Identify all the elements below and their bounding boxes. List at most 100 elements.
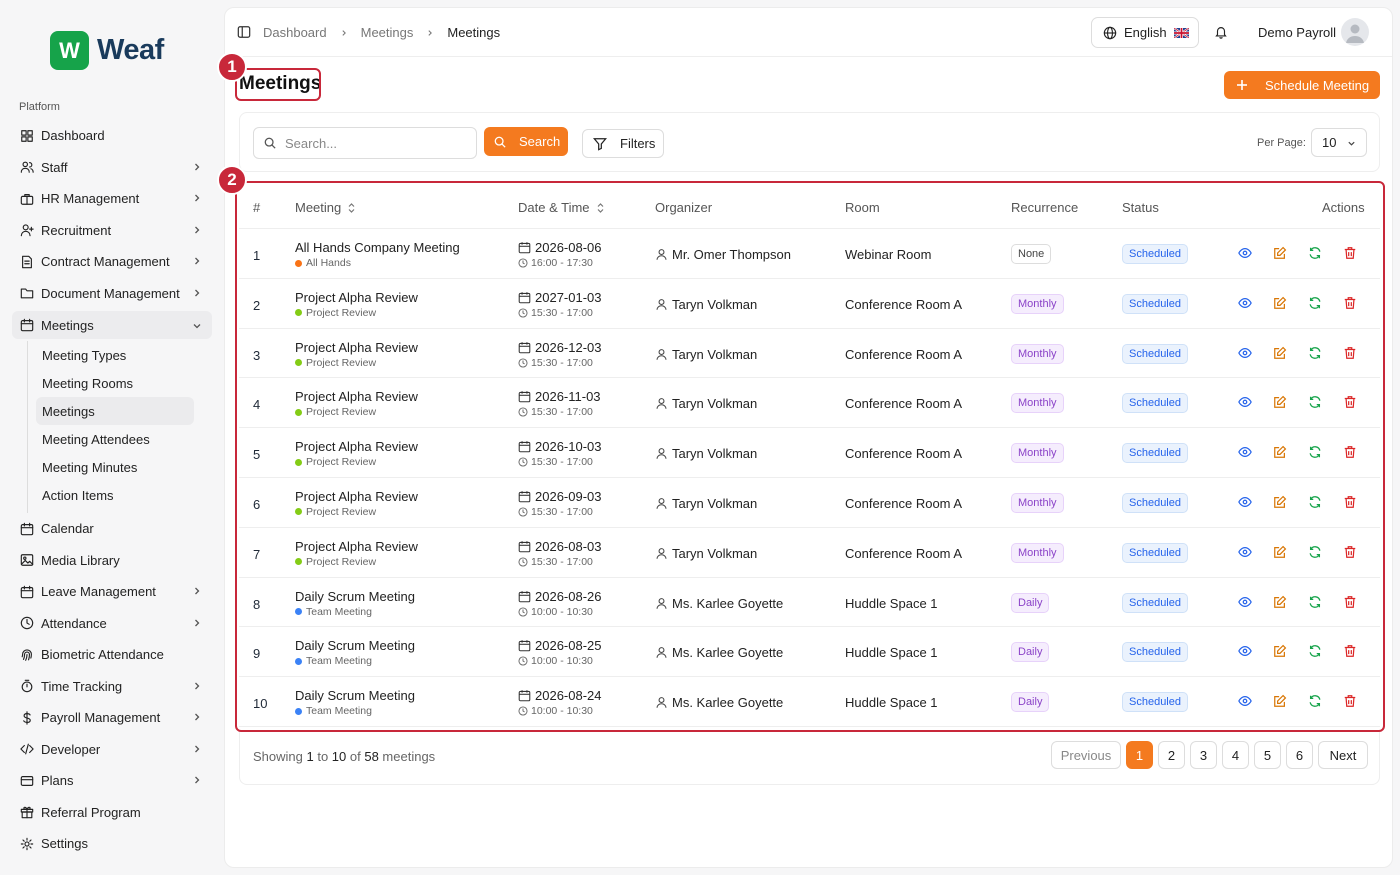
view-eye-icon[interactable] [1238, 644, 1252, 658]
edit-icon[interactable] [1273, 346, 1287, 360]
sidebar-item-recruitment[interactable]: Recruitment [12, 215, 212, 247]
trash-icon[interactable] [1343, 296, 1357, 310]
view-eye-icon[interactable] [1238, 495, 1252, 509]
filters-button[interactable]: Filters [582, 129, 664, 158]
page-button-3[interactable]: 3 [1190, 741, 1217, 769]
view-eye-icon[interactable] [1238, 395, 1252, 409]
edit-icon[interactable] [1273, 395, 1287, 409]
trash-icon[interactable] [1343, 395, 1357, 409]
sidebar-item-biometric-attendance[interactable]: Biometric Attendance [12, 639, 212, 671]
sidebar-item-calendar[interactable]: Calendar [12, 513, 212, 545]
sidebar-subitem-meeting-attendees[interactable]: Meeting Attendees [36, 425, 194, 453]
refresh-icon[interactable] [1308, 346, 1322, 360]
avatar[interactable] [1341, 18, 1369, 46]
sidebar-subitem-meeting-minutes[interactable]: Meeting Minutes [36, 453, 194, 481]
search-button[interactable]: Search [484, 127, 568, 156]
trash-icon[interactable] [1343, 495, 1357, 509]
edit-icon[interactable] [1273, 296, 1287, 310]
sidebar-subitem-meeting-rooms[interactable]: Meeting Rooms [36, 369, 194, 397]
sidebar-item-attendance[interactable]: Attendance [12, 608, 212, 640]
edit-icon[interactable] [1273, 644, 1287, 658]
sidebar-item-time-tracking[interactable]: Time Tracking [12, 671, 212, 703]
next-page-button[interactable]: Next [1318, 741, 1368, 769]
search-input[interactable] [285, 135, 465, 151]
edit-icon[interactable] [1273, 246, 1287, 260]
refresh-icon[interactable] [1308, 694, 1322, 708]
meeting-title[interactable]: Project Alpha Review [295, 340, 418, 355]
schedule-meeting-button[interactable]: Schedule Meeting [1224, 71, 1380, 99]
page-button-6[interactable]: 6 [1286, 741, 1313, 769]
edit-icon[interactable] [1273, 694, 1287, 708]
meeting-title[interactable]: All Hands Company Meeting [295, 240, 460, 255]
sidebar-item-leave-management[interactable]: Leave Management [12, 576, 212, 608]
refresh-icon[interactable] [1308, 296, 1322, 310]
refresh-icon[interactable] [1308, 595, 1322, 609]
refresh-icon[interactable] [1308, 395, 1322, 409]
language-selector[interactable]: English [1091, 17, 1199, 48]
meeting-title[interactable]: Daily Scrum Meeting [295, 638, 415, 653]
breadcrumb-item[interactable]: Meetings [361, 25, 414, 40]
per-page-select[interactable]: 10 [1311, 128, 1367, 157]
view-eye-icon[interactable] [1238, 445, 1252, 459]
search-field[interactable] [253, 127, 477, 159]
sidebar-section-label: Platform [19, 101, 60, 113]
trash-icon[interactable] [1343, 694, 1357, 708]
sidebar-item-media-library[interactable]: Media Library [12, 545, 212, 577]
brand-logo[interactable]: W Weaf [50, 31, 164, 70]
refresh-icon[interactable] [1308, 246, 1322, 260]
sidebar-subitem-meetings[interactable]: Meetings [36, 397, 194, 425]
sidebar-item-meetings[interactable]: Meetings [12, 311, 212, 339]
trash-icon[interactable] [1343, 595, 1357, 609]
view-eye-icon[interactable] [1238, 346, 1252, 360]
sidebar-item-plans[interactable]: Plans [12, 765, 212, 797]
sidebar-subitem-meeting-types[interactable]: Meeting Types [36, 341, 194, 369]
page-button-4[interactable]: 4 [1222, 741, 1249, 769]
view-eye-icon[interactable] [1238, 545, 1252, 559]
refresh-icon[interactable] [1308, 445, 1322, 459]
view-eye-icon[interactable] [1238, 595, 1252, 609]
sidebar-item-staff[interactable]: Staff [12, 152, 212, 184]
sidebar-item-settings[interactable]: Settings [12, 828, 212, 860]
meeting-title[interactable]: Project Alpha Review [295, 290, 418, 305]
header-meeting[interactable]: Meeting [295, 200, 356, 215]
bell-icon[interactable] [1214, 25, 1228, 39]
edit-icon[interactable] [1273, 495, 1287, 509]
trash-icon[interactable] [1343, 346, 1357, 360]
sidebar-subitem-action-items[interactable]: Action Items [36, 481, 194, 509]
sidebar-item-contract-management[interactable]: Contract Management [12, 246, 212, 278]
sidebar-item-dashboard[interactable]: Dashboard [12, 120, 212, 152]
trash-icon[interactable] [1343, 445, 1357, 459]
sidebar-item-document-management[interactable]: Document Management [12, 278, 212, 310]
trash-icon[interactable] [1343, 545, 1357, 559]
page-button-5[interactable]: 5 [1254, 741, 1281, 769]
sidebar-item-referral-program[interactable]: Referral Program [12, 797, 212, 829]
refresh-icon[interactable] [1308, 644, 1322, 658]
refresh-icon[interactable] [1308, 495, 1322, 509]
edit-icon[interactable] [1273, 445, 1287, 459]
view-eye-icon[interactable] [1238, 246, 1252, 260]
sidebar-toggle-icon[interactable] [237, 25, 251, 39]
edit-icon[interactable] [1273, 545, 1287, 559]
meeting-title[interactable]: Project Alpha Review [295, 439, 418, 454]
page-button-2[interactable]: 2 [1158, 741, 1185, 769]
page-button-1[interactable]: 1 [1126, 741, 1153, 769]
meeting-title[interactable]: Daily Scrum Meeting [295, 589, 415, 604]
refresh-icon[interactable] [1308, 545, 1322, 559]
sidebar-item-hr-management[interactable]: HR Management [12, 183, 212, 215]
breadcrumb-item[interactable]: Dashboard [263, 25, 327, 40]
meeting-title[interactable]: Project Alpha Review [295, 489, 418, 504]
status-badge: Scheduled [1122, 244, 1188, 264]
sidebar-item-payroll-management[interactable]: Payroll Management [12, 702, 212, 734]
edit-icon[interactable] [1273, 595, 1287, 609]
view-eye-icon[interactable] [1238, 296, 1252, 310]
view-eye-icon[interactable] [1238, 694, 1252, 708]
trash-icon[interactable] [1343, 246, 1357, 260]
meeting-title[interactable]: Project Alpha Review [295, 539, 418, 554]
meeting-title[interactable]: Daily Scrum Meeting [295, 688, 415, 703]
sidebar-item-developer[interactable]: Developer [12, 734, 212, 766]
user-name[interactable]: Demo Payroll [1258, 25, 1336, 40]
previous-page-button[interactable]: Previous [1051, 741, 1121, 769]
header-date-time[interactable]: Date & Time [518, 200, 605, 215]
trash-icon[interactable] [1343, 644, 1357, 658]
meeting-title[interactable]: Project Alpha Review [295, 389, 418, 404]
